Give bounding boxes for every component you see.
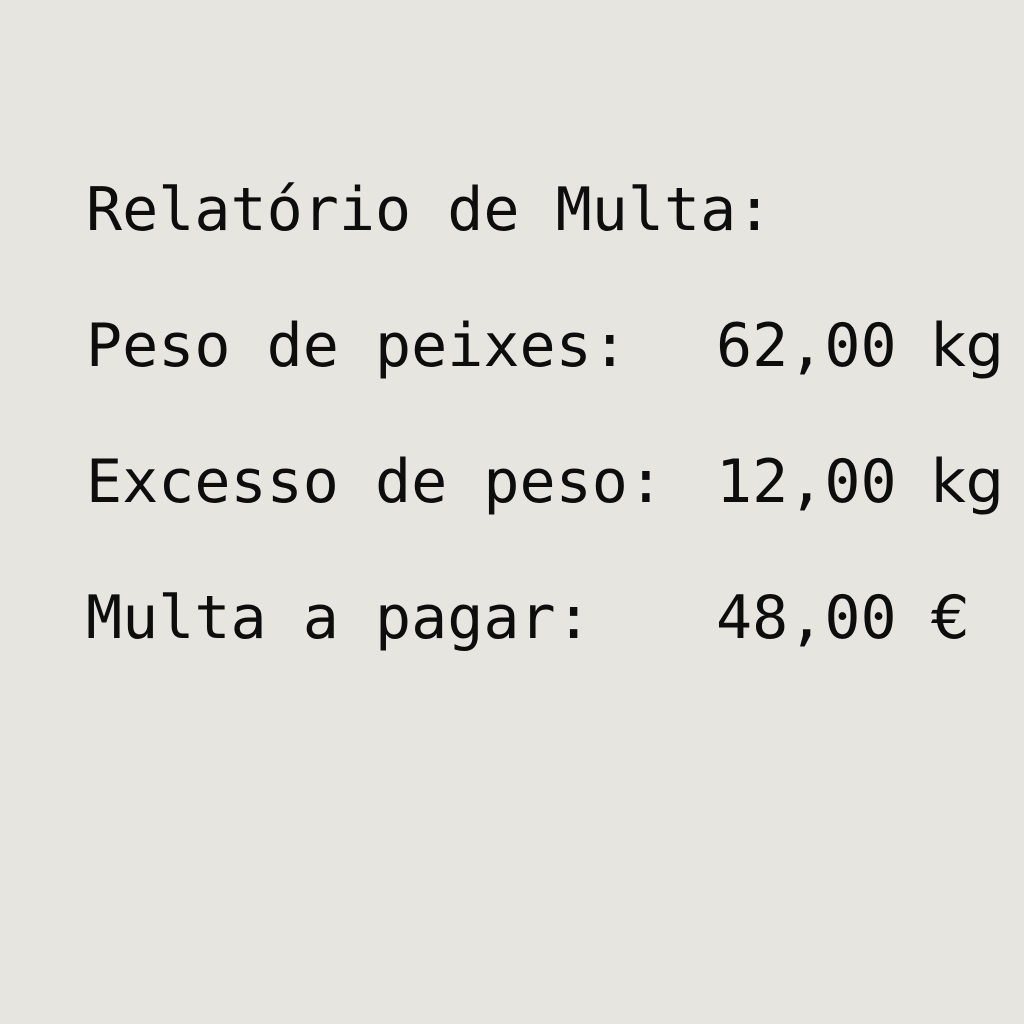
fine-amount-label: Multa a pagar: [86,583,592,653]
fine-amount-row: Multa a pagar: 48,00 € [86,578,1006,658]
fish-weight-label: Peso de peixes: [86,311,628,381]
fish-weight-value: 62,00 [716,311,897,381]
fish-weight-row: Peso de peixes: 62,00 kg [86,306,1006,386]
fine-report: Relatório de Multa: Peso de peixes: 62,0… [86,170,1006,658]
excess-weight-value: 12,00 [716,447,897,517]
excess-weight-row: Excesso de peso: 12,00 kg [86,442,1006,522]
fish-weight-unit: kg [931,311,1004,381]
fine-amount-unit: € [931,583,970,653]
excess-weight-unit: kg [931,447,1004,517]
report-title: Relatório de Multa: [86,175,773,245]
fine-amount-value: 48,00 [716,583,897,653]
excess-weight-label: Excesso de peso: [86,447,664,517]
